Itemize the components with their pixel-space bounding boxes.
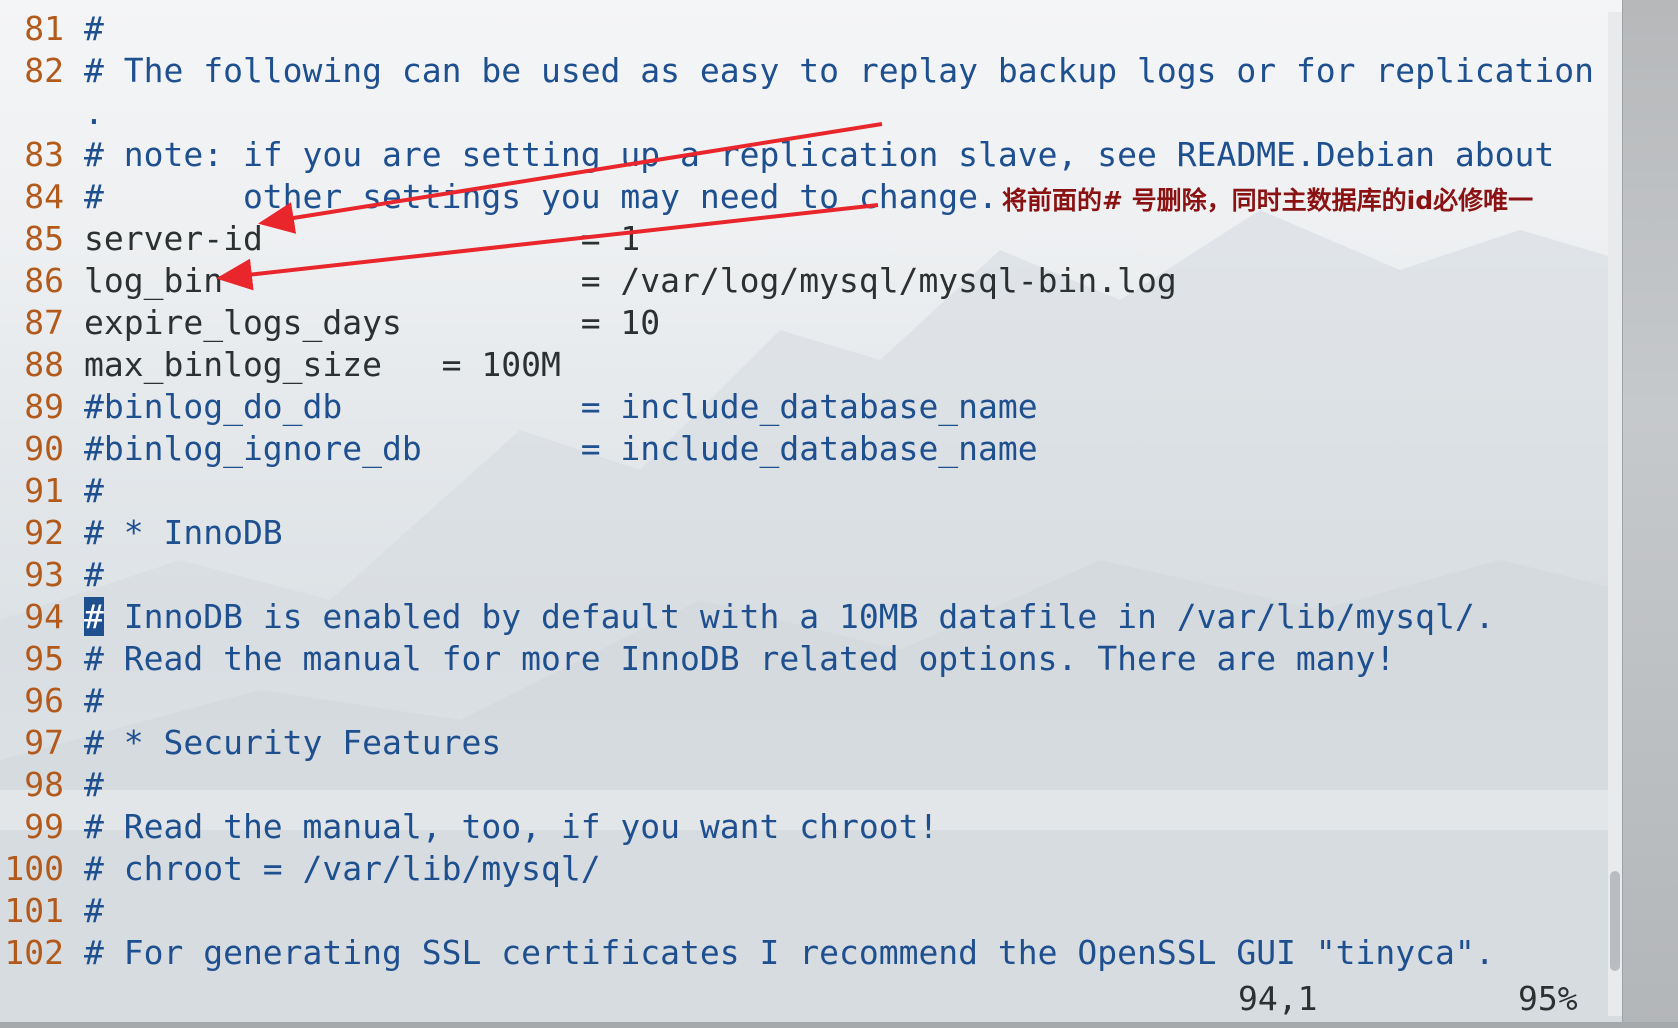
- line-text: #: [84, 891, 104, 930]
- editor-line[interactable]: 90 #binlog_ignore_db = include_database_n…: [0, 428, 1600, 470]
- line-text: # The following can be used as easy to r…: [84, 51, 1594, 90]
- line-number: 97: [24, 723, 64, 762]
- line-text: # note: if you are setting up a replicat…: [84, 135, 1555, 174]
- editor-line[interactable]: 86 log_bin = /var/log/mysql/mysql-bin.log: [0, 260, 1600, 302]
- line-number: 84: [24, 177, 64, 216]
- line-number: 83: [24, 135, 64, 174]
- terminal-window[interactable]: 81 #82 # The following can be used as easy…: [0, 0, 1623, 1022]
- editor-line[interactable]: 100 # chroot = /var/lib/mysql/: [0, 848, 1600, 890]
- editor-line[interactable]: 97 # * Security Features: [0, 722, 1600, 764]
- line-number: 86: [24, 261, 64, 300]
- window-bottom-edge: [0, 1022, 1678, 1028]
- line-number: 102: [4, 933, 64, 972]
- status-bar: 94,1 95%: [0, 978, 1622, 1020]
- cursor-position: 94,1: [1238, 979, 1318, 1018]
- editor-line[interactable]: 91 #: [0, 470, 1600, 512]
- line-text: # For generating SSL certificates I reco…: [84, 933, 1495, 972]
- line-text: .: [84, 93, 104, 132]
- line-number: 96: [24, 681, 64, 720]
- line-number: 99: [24, 807, 64, 846]
- editor-line[interactable]: 101 #: [0, 890, 1600, 932]
- line-text: expire_logs_days = 10: [84, 303, 661, 342]
- line-text: #binlog_do_db = include_database_name: [84, 387, 1038, 426]
- vertical-scrollbar[interactable]: [1608, 12, 1622, 1016]
- line-number: 100: [4, 849, 64, 888]
- line-number: 88: [24, 345, 64, 384]
- line-text: log_bin = /var/log/mysql/mysql-bin.log: [84, 261, 1177, 300]
- editor-line[interactable]: 82 # The following can be used as easy to…: [0, 50, 1600, 92]
- line-text: max_binlog_size = 100M: [84, 345, 561, 384]
- line-number: 81: [24, 9, 64, 48]
- line-number: 101: [4, 891, 64, 930]
- line-number: 94: [24, 597, 64, 636]
- line-text: # * InnoDB: [84, 513, 283, 552]
- line-number: 92: [24, 513, 64, 552]
- line-text: # chroot = /var/lib/mysql/: [84, 849, 601, 888]
- line-text: # Read the manual for more InnoDB relate…: [84, 639, 1396, 678]
- line-text: #: [84, 555, 104, 594]
- editor-line[interactable]: 99 # Read the manual, too, if you want ch…: [0, 806, 1600, 848]
- line-text: # * Security Features: [84, 723, 502, 762]
- line-number: 95: [24, 639, 64, 678]
- editor-line[interactable]: 89 #binlog_do_db = include_database_name: [0, 386, 1600, 428]
- line-text: server-id = 1: [84, 219, 641, 258]
- editor-line[interactable]: .: [0, 92, 1600, 134]
- editor-line[interactable]: 95 # Read the manual for more InnoDB rela…: [0, 638, 1600, 680]
- line-text: # Read the manual, too, if you want chro…: [84, 807, 939, 846]
- line-text: InnoDB is enabled by default with a 10MB…: [103, 597, 1495, 636]
- editor-line[interactable]: 92 # * InnoDB: [0, 512, 1600, 554]
- editor-line[interactable]: 94 # InnoDB is enabled by default with a …: [0, 596, 1600, 638]
- line-text: # other settings you may need to change.: [84, 177, 998, 216]
- desktop-edge: [1623, 0, 1678, 1028]
- editor-line[interactable]: 88 max_binlog_size = 100M: [0, 344, 1600, 386]
- line-number: 89: [24, 387, 64, 426]
- editor-line[interactable]: 102 # For generating SSL certificates I r…: [0, 932, 1600, 974]
- line-text: #binlog_ignore_db = include_database_nam…: [84, 429, 1038, 468]
- line-number: 85: [24, 219, 64, 258]
- line-number: 87: [24, 303, 64, 342]
- line-number: 82: [24, 51, 64, 90]
- line-text: #: [84, 471, 104, 510]
- editor-line[interactable]: 81 #: [0, 8, 1600, 50]
- editor-line[interactable]: 87 expire_logs_days = 10: [0, 302, 1600, 344]
- editor-line[interactable]: 96 #: [0, 680, 1600, 722]
- line-number: 93: [24, 555, 64, 594]
- line-text: #: [84, 681, 104, 720]
- line-number: 90: [24, 429, 64, 468]
- editor-line[interactable]: 85 server-id = 1: [0, 218, 1600, 260]
- editor-line[interactable]: 83 # note: if you are setting up a replic…: [0, 134, 1600, 176]
- line-text: #: [84, 765, 104, 804]
- editor-line[interactable]: 98 #: [0, 764, 1600, 806]
- line-number: 98: [24, 765, 64, 804]
- text-cursor: #: [84, 597, 104, 636]
- editor-line[interactable]: 93 #: [0, 554, 1600, 596]
- editor-buffer[interactable]: 81 #82 # The following can be used as easy…: [0, 8, 1600, 974]
- scrollbar-thumb[interactable]: [1610, 870, 1620, 971]
- scroll-percent: 95%: [1518, 979, 1578, 1018]
- annotation-note: 将前面的# 号删除，同时主数据库的id必修唯一: [1002, 186, 1534, 215]
- line-number: 91: [24, 471, 64, 510]
- line-text: #: [84, 9, 104, 48]
